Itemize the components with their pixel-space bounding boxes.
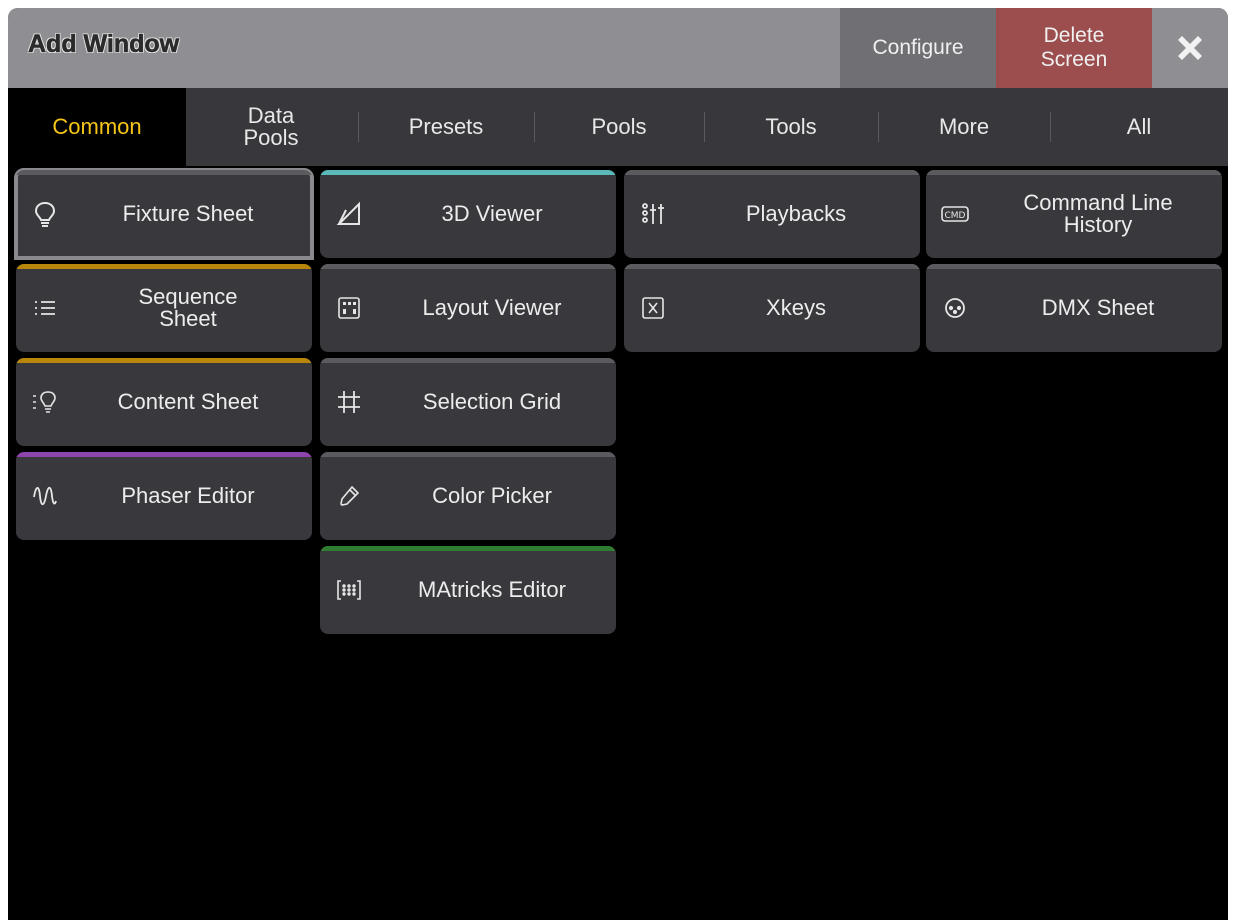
tile-label: MAtricks Editor — [418, 577, 566, 602]
tile-layout-viewer[interactable]: Layout Viewer — [320, 264, 616, 352]
close-button[interactable] — [1152, 8, 1228, 88]
faders-icon — [638, 199, 668, 229]
close-icon — [1178, 36, 1202, 60]
tile-color-picker[interactable]: Color Picker — [320, 452, 616, 540]
wave-icon — [30, 481, 60, 511]
tile-label-line2: Sheet — [159, 306, 217, 331]
tab-more[interactable]: More — [878, 88, 1050, 166]
window-type-grid: Fixture Sheet 3D Viewer Playbacks CMD Co… — [8, 166, 1228, 920]
tile-playbacks[interactable]: Playbacks — [624, 170, 920, 258]
tile-fixture-sheet[interactable]: Fixture Sheet — [14, 168, 314, 260]
svg-text:CMD: CMD — [945, 211, 966, 221]
content-sheet-icon — [30, 387, 60, 417]
3d-plane-icon — [334, 199, 364, 229]
tile-content-sheet[interactable]: Content Sheet — [16, 358, 312, 446]
tile-label-line1: Command Line — [1023, 190, 1173, 215]
xkeys-icon — [638, 293, 668, 323]
layout-icon — [334, 293, 364, 323]
tile-label: Playbacks — [745, 201, 847, 226]
tab-presets-label: Presets — [408, 114, 484, 139]
tab-tools-label: Tools — [765, 114, 817, 139]
configure-label: Configure — [872, 36, 964, 59]
tile-label: Xkeys — [766, 295, 826, 320]
matricks-icon — [334, 575, 364, 605]
eyedropper-icon — [334, 481, 364, 511]
tile-label: DMX Sheet — [1041, 295, 1155, 320]
tile-label: Selection Grid — [422, 389, 562, 414]
tab-common-label: Common — [52, 114, 142, 139]
tile-selection-grid[interactable]: Selection Grid — [320, 358, 616, 446]
tile-label: Content Sheet — [117, 389, 259, 414]
tab-tools[interactable]: Tools — [704, 88, 878, 166]
grid-icon — [334, 387, 364, 417]
tab-all[interactable]: All — [1050, 88, 1228, 166]
tab-more-label: More — [938, 114, 990, 139]
tab-data-pools-line2: Pools — [243, 125, 299, 150]
tile-matricks-editor[interactable]: MAtricks Editor — [320, 546, 616, 634]
tab-data-pools[interactable]: Data Pools — [186, 88, 356, 166]
tile-label: Layout Viewer — [422, 295, 562, 320]
tile-3d-viewer[interactable]: 3D Viewer — [320, 170, 616, 258]
tile-label: Command Line History — [982, 170, 1214, 258]
dmx-connector-icon — [940, 293, 970, 323]
add-window-dialog: Add Window Configure Delete Screen Commo… — [8, 8, 1228, 920]
delete-screen-button[interactable]: Delete Screen — [996, 8, 1152, 88]
tile-label: Phaser Editor — [121, 483, 255, 508]
title-bar: Add Window Configure Delete Screen — [8, 8, 1228, 88]
tile-label: Color Picker — [432, 483, 552, 508]
tile-label: Sequence Sheet — [72, 264, 304, 352]
tile-label-line1: Sequence — [138, 284, 238, 309]
list-icon — [30, 293, 60, 323]
tab-presets[interactable]: Presets — [358, 88, 534, 166]
tab-pools-label: Pools — [591, 114, 647, 139]
tile-dmx-sheet[interactable]: DMX Sheet — [926, 264, 1222, 352]
tile-sequence-sheet[interactable]: Sequence Sheet — [16, 264, 312, 352]
tab-all-label: All — [1126, 114, 1152, 139]
tile-xkeys[interactable]: Xkeys — [624, 264, 920, 352]
category-tabs: Common Data Pools Presets Pools Tools Mo… — [8, 88, 1228, 166]
tile-command-line-history[interactable]: CMD Command Line History — [926, 170, 1222, 258]
tile-label: Fixture Sheet — [122, 201, 254, 226]
dialog-title: Add Window — [28, 30, 180, 59]
tab-data-pools-line1: Data — [247, 103, 295, 128]
tile-phaser-editor[interactable]: Phaser Editor — [16, 452, 312, 540]
tile-label-line2: History — [1063, 212, 1133, 237]
configure-button[interactable]: Configure — [840, 8, 996, 88]
tile-label: 3D Viewer — [441, 201, 543, 226]
tab-common[interactable]: Common — [8, 88, 186, 166]
lightbulb-icon — [30, 199, 60, 229]
delete-label-line2: Screen — [1040, 48, 1108, 71]
tab-pools[interactable]: Pools — [534, 88, 704, 166]
cmd-icon: CMD — [940, 199, 970, 229]
delete-label-line1: Delete — [1043, 24, 1105, 47]
